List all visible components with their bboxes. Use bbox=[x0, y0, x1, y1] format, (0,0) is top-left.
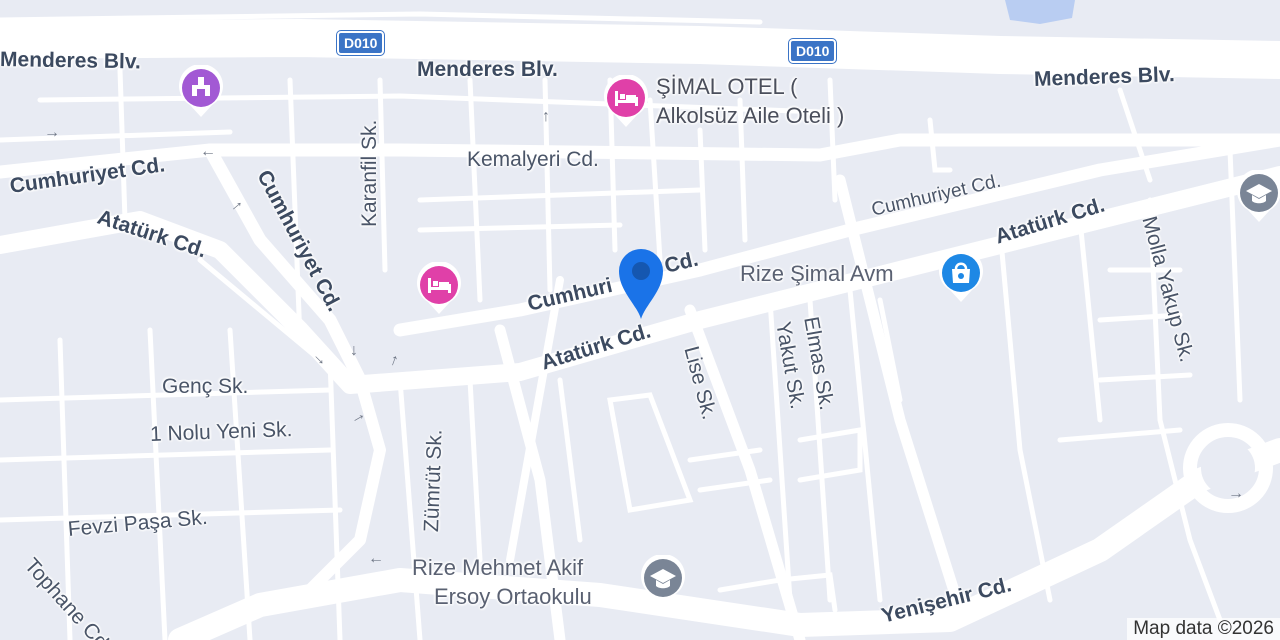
rize-simal-avm-pin[interactable] bbox=[938, 250, 983, 302]
road-label-menderes-blv-west: Menderes Blv. bbox=[0, 48, 142, 74]
hotel-icon bbox=[417, 262, 461, 314]
selected-location-pin[interactable] bbox=[615, 245, 667, 321]
poi-label-rize-simal-avm[interactable]: Rize Şimal Avm bbox=[740, 261, 894, 287]
road-label-1-nolu-yeni-sk: 1 Nolu Yeni Sk. bbox=[149, 418, 293, 446]
landmark-pin[interactable] bbox=[178, 65, 223, 117]
one-way-arrow-icon: ← bbox=[368, 550, 384, 567]
shopping-bag-icon bbox=[939, 250, 983, 302]
road-label-zumrut-sk: Zümrüt Sk. bbox=[420, 428, 447, 533]
landmark-icon bbox=[179, 65, 223, 117]
road-label-kemalyeri-cd: Kemalyeri Cd. bbox=[467, 148, 599, 171]
one-way-arrow-icon: ↓ bbox=[350, 342, 358, 359]
school-icon bbox=[641, 555, 685, 607]
one-way-arrow-icon: → bbox=[1228, 485, 1244, 502]
poi-label-ortaokulu-line1[interactable]: Rize Mehmet Akif bbox=[412, 555, 583, 581]
school-pin-east[interactable] bbox=[1236, 170, 1280, 222]
poi-label-simal-otel-line2[interactable]: Alkolsüz Aile Oteli ) bbox=[656, 103, 844, 129]
road-label-genc-sk: Genç Sk. bbox=[162, 375, 249, 398]
highway-shield-d010-left: D010 bbox=[337, 31, 385, 55]
road-label-menderes-blv-east: Menderes Blv. bbox=[1033, 63, 1176, 91]
hotel-pin[interactable] bbox=[416, 262, 461, 314]
road-label-karanfil-sk: Karanfil Sk. bbox=[358, 119, 381, 227]
one-way-arrow-icon: → bbox=[44, 124, 60, 141]
highway-shield-d010-right: D010 bbox=[789, 39, 837, 63]
ortaokulu-pin[interactable] bbox=[640, 555, 685, 607]
map-attribution: Map data ©2026 bbox=[1127, 618, 1280, 640]
one-way-arrow-icon: ← bbox=[200, 143, 216, 160]
school-icon bbox=[1237, 170, 1280, 222]
hotel-icon bbox=[604, 75, 648, 127]
poi-label-simal-otel-line1[interactable]: ŞİMAL OTEL ( bbox=[656, 74, 797, 100]
simal-otel-pin[interactable] bbox=[603, 75, 648, 127]
location-pin-icon bbox=[619, 249, 663, 319]
road-label-menderes-blv-center: Menderes Blv. bbox=[417, 58, 558, 81]
one-way-arrow-icon: ↑ bbox=[542, 108, 550, 125]
map-canvas[interactable]: D010 D010 Menderes Blv. Menderes Blv. Me… bbox=[0, 0, 1280, 640]
poi-label-ortaokulu-line2[interactable]: Ersoy Ortaokulu bbox=[434, 584, 592, 610]
